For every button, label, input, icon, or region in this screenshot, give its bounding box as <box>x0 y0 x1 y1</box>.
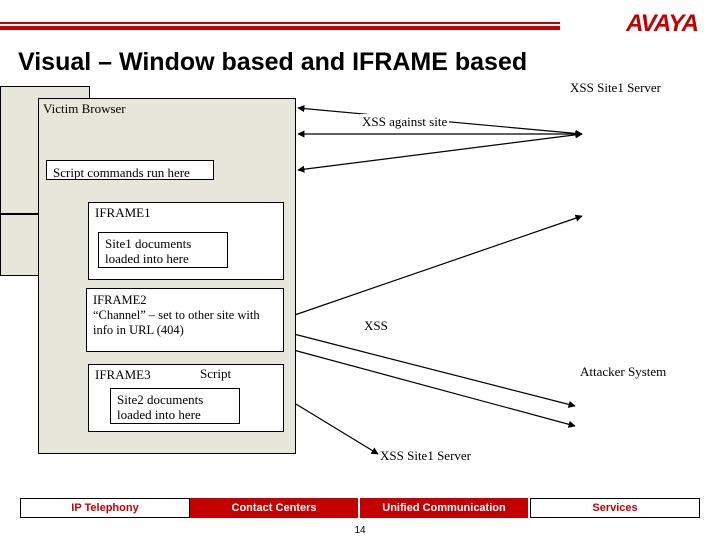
header: AVAYA <box>0 10 720 44</box>
brand-logo: AVAYA <box>626 10 698 38</box>
attacker-system-label: Attacker System <box>580 364 666 380</box>
iframe3-label: IFRAME3 <box>95 367 151 383</box>
diagram: Victim Browser XSS Site1 Server XSS agai… <box>0 86 720 476</box>
xss-against-site-label: XSS against site <box>360 114 449 130</box>
site1-documents-box: Site1 documents loaded into here <box>98 232 228 268</box>
iframe1-label: IFRAME1 <box>95 205 151 221</box>
script-label: Script <box>200 366 231 382</box>
xss-label: XSS <box>362 318 390 334</box>
footer-nav: IP Telephony Contact Centers Unified Com… <box>20 498 700 518</box>
iframe2-label: IFRAME2 <box>93 293 277 308</box>
script-commands-box: Script commands run here <box>46 160 214 180</box>
footer-item-unified-communication: Unified Communication <box>360 498 530 518</box>
footer-item-ip-telephony: IP Telephony <box>20 498 190 518</box>
footer-item-services: Services <box>530 498 700 518</box>
footer-item-contact-centers: Contact Centers <box>190 498 360 518</box>
page-number: 14 <box>0 525 720 536</box>
slide-title: Visual – Window based and IFRAME based <box>18 48 527 77</box>
iframe2-desc: “Channel” – set to other site with info … <box>93 308 260 337</box>
slide: AVAYA Visual – Window based and IFRAME b… <box>0 0 720 540</box>
victim-browser-label: Victim Browser <box>43 101 126 117</box>
header-stripes <box>0 22 560 32</box>
xss-site1-server-label: XSS Site1 Server <box>570 80 690 96</box>
iframe2-box: IFRAME2 “Channel” – set to other site wi… <box>86 288 284 352</box>
site2-documents-box: Site2 documents loaded into here <box>110 388 240 424</box>
xss-site1-server-bottom-label: XSS Site1 Server <box>380 448 471 464</box>
